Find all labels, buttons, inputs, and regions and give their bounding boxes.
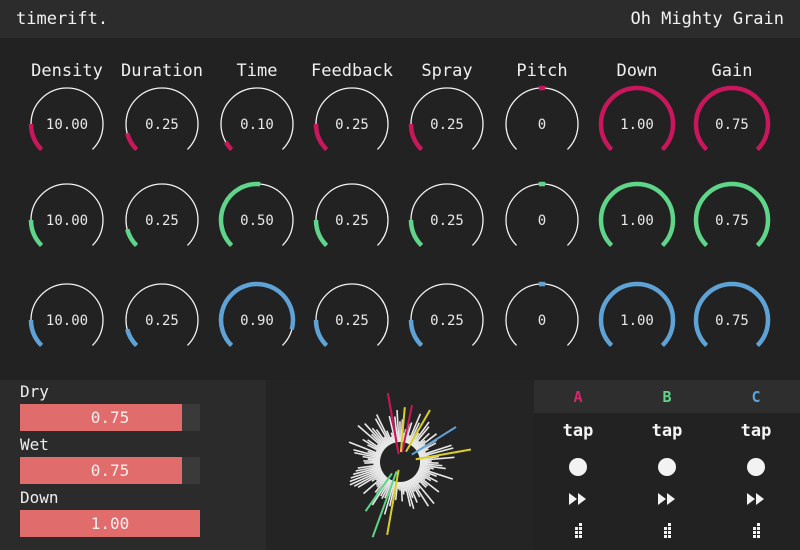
knob-value-arc [125,228,139,248]
tab-c[interactable]: C [751,388,760,406]
knob-value-density-row2: 10.00 [45,213,89,229]
mix-slider-value: 0.75 [90,461,130,480]
knob-value-arc [28,219,44,248]
record-icon[interactable] [569,458,587,476]
record-icon[interactable] [747,458,765,476]
mix-label-down: Down [20,488,59,507]
knob-value-spray-row1: 0.25 [430,117,464,133]
record-icon[interactable] [658,458,676,476]
param-header-feedback: Feedback [311,61,393,81]
knob-value-down-row2: 1.00 [620,213,654,229]
knob-value-down-row1: 1.00 [620,117,654,133]
knob-value-arc [313,319,329,348]
mix-label-dry: Dry [20,382,49,401]
knob-value-arc [313,219,329,248]
knob-value-arc [125,132,139,152]
knob-value-down-row3: 1.00 [620,313,654,329]
knob-value-arc [125,328,139,348]
dot-grid-icon[interactable] [573,523,583,541]
knob-value-arc [408,219,424,248]
knob-value-feedback-row2: 0.25 [335,213,369,229]
knob-value-arc [28,319,44,348]
mix-slider-wet[interactable]: 0.75 [20,457,200,484]
param-header-time: Time [236,61,278,81]
fast-forward-icon[interactable] [568,492,588,506]
knob-value-duration-row2: 0.25 [145,213,179,229]
preset-name[interactable]: Oh Mighty Grain [630,9,784,29]
param-header-duration: Duration [121,61,203,81]
mix-panel: Dry 0.75 Wet 0.75 Down 1.00 [0,380,266,550]
knob-value-time-row1: 0.10 [240,117,274,133]
knob-value-duration-row3: 0.25 [145,313,179,329]
tab-a[interactable]: A [573,388,582,406]
param-header-pitch: Pitch [516,61,568,81]
knob-value-arc [408,319,424,348]
knob-value-spray-row2: 0.25 [430,213,464,229]
knob-value-density-row3: 10.00 [45,313,89,329]
dot-grid-icon[interactable] [662,523,672,541]
knob-value-time-row2: 0.50 [240,213,274,229]
app-logo: timerift. [16,9,109,29]
knob-value-arc [28,123,44,152]
tap-panel: A B C tap tap tap [534,380,800,550]
dot-grid-icon[interactable] [751,523,761,541]
param-header-spray: Spray [421,61,473,81]
knob-value-spray-row3: 0.25 [430,313,464,329]
knob-value-time-row3: 0.90 [240,313,274,329]
knob-value-gain-row2: 0.75 [715,213,749,229]
knob-value-duration-row1: 0.25 [145,117,179,133]
tap-tabs: A B C [534,380,800,413]
param-header-gain: Gain [711,61,753,81]
knob-value-feedback-row3: 0.25 [335,313,369,329]
top-bar: timerift. Oh Mighty Grain [0,0,800,38]
knob-value-pitch-row2: 0 [537,213,547,229]
mix-slider-value: 0.75 [90,408,130,427]
mix-label-wet: Wet [20,435,49,454]
fast-forward-icon[interactable] [657,492,677,506]
knob-value-density-row1: 10.00 [45,117,89,133]
tap-button-b[interactable]: tap [652,421,683,441]
knob-value-feedback-row1: 0.25 [335,117,369,133]
knob-value-pitch-row3: 0 [537,313,547,329]
mix-slider-value: 1.00 [90,514,130,533]
knob-value-arc [408,123,424,152]
tap-button-a[interactable]: tap [563,421,594,441]
fast-forward-icon[interactable] [746,492,766,506]
tab-b[interactable]: B [662,388,671,406]
param-header-down: Down [616,61,658,81]
grain-visualizer [266,380,534,550]
knob-value-arc [223,140,234,152]
mix-slider-down[interactable]: 1.00 [20,510,200,537]
knob-value-pitch-row1: 0 [537,117,547,133]
knob-value-gain-row1: 0.75 [715,117,749,133]
grain-visualizer-graphic [348,392,472,538]
knob-panel: Density Duration Time Feedback Spray Pitch Dow… [0,38,800,378]
tap-button-c[interactable]: tap [741,421,772,441]
knob-grid[interactable] [0,38,800,378]
knob-value-gain-row3: 0.75 [715,313,749,329]
param-header-density: Density [31,61,103,81]
knob-value-arc [313,123,329,152]
mix-slider-dry[interactable]: 0.75 [20,404,200,431]
